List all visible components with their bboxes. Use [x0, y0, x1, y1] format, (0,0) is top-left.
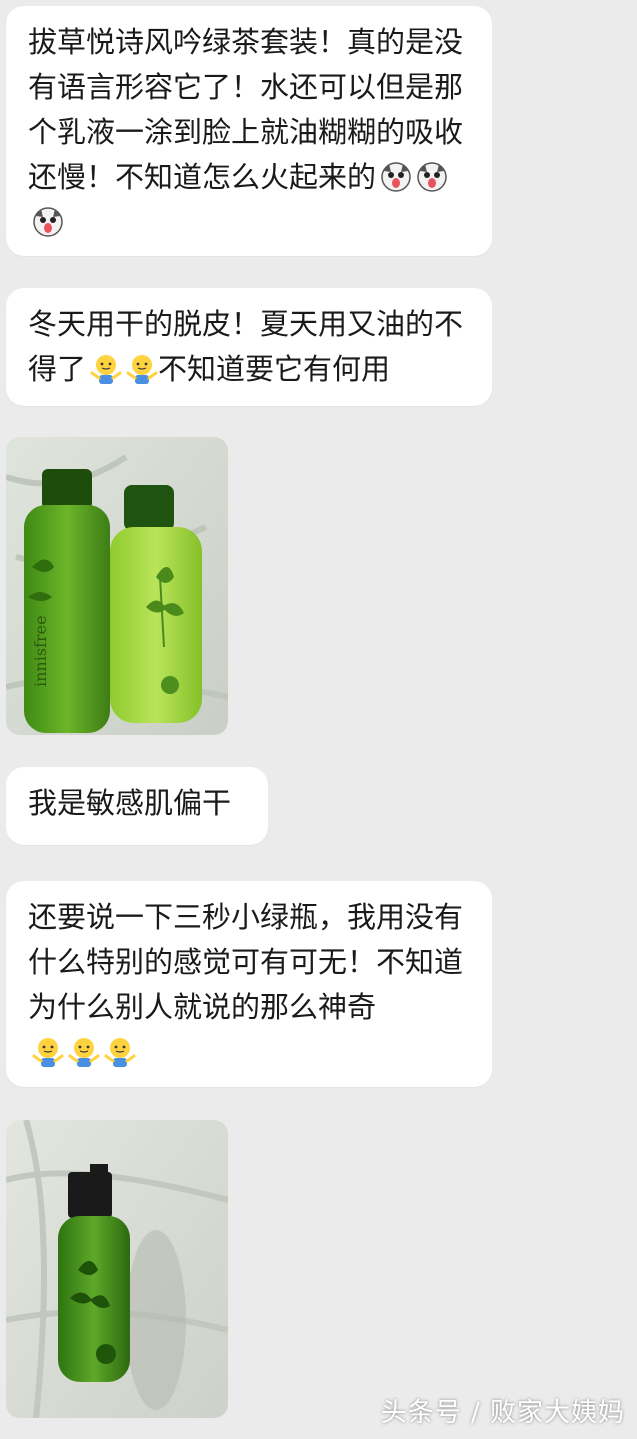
bottle-label: innisfree [31, 615, 50, 687]
tongue-face-emoji-icon [381, 162, 411, 192]
shrug-emoji-icon [32, 1038, 64, 1067]
message-bubble-2[interactable]: 冬天用干的脱皮！夏天用又油的不得了 不知道要它有何用 [6, 288, 492, 406]
message-bubble-4[interactable]: 还要说一下三秒小绿瓶，我用没有什么特别的感觉可有可无！不知道为什么别人就说的那么… [6, 881, 492, 1087]
photo-serum-bottle[interactable] [6, 1120, 228, 1418]
message-text: 我是敏感肌偏干 [28, 786, 232, 820]
watermark: 头条号 / 败家大姨妈 [381, 1392, 625, 1429]
shrug-emoji-icon [104, 1038, 136, 1067]
message-bubble-3[interactable]: 我是敏感肌偏干 [6, 767, 268, 845]
bottles-image: innisfree [6, 437, 228, 735]
tongue-face-emoji-icon [417, 162, 447, 192]
shrug-emoji-icon [90, 355, 122, 384]
watermark-text: 头条号 / 败家大姨妈 [380, 1398, 625, 1428]
shrug-emoji-icon [126, 355, 158, 384]
tongue-face-emoji-icon [33, 207, 63, 237]
shrug-emoji-icon [68, 1038, 100, 1067]
message-text-continued: 不知道要它有何用 [158, 352, 391, 386]
photo-innisfree-bottles[interactable]: innisfree [6, 437, 228, 735]
serum-bottle-image [6, 1120, 228, 1418]
message-text: 还要说一下三秒小绿瓶，我用没有什么特别的感觉可有可无！不知道为什么别人就说的那么… [28, 900, 464, 1024]
message-bubble-1[interactable]: 拔草悦诗风吟绿茶套装！真的是没有语言形容它了！水还可以但是那个乳液一涂到脸上就油… [6, 6, 492, 256]
